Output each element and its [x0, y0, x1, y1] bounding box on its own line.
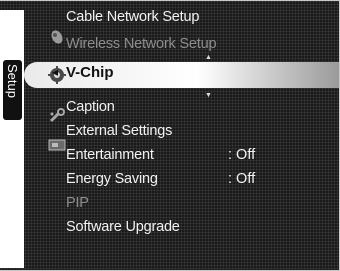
side-tab-label: Setup [2, 60, 22, 120]
menu-item-v-chip[interactable]: V-Chip [66, 64, 114, 81]
energy-saving-value: : Off [228, 171, 256, 187]
menu-item-energy-saving[interactable]: Energy Saving [66, 171, 158, 187]
scroll-down-icon[interactable]: ▼ [205, 92, 212, 99]
menu-item-entertainment[interactable]: Entertainment [66, 147, 154, 163]
menu-item-caption[interactable]: Caption [66, 99, 115, 115]
entertainment-value: : Off [228, 147, 256, 163]
menu-item-external-settings[interactable]: External Settings [66, 123, 172, 139]
scroll-up-icon[interactable]: ▲ [205, 54, 212, 61]
menu-item-software-upgrade[interactable]: Software Upgrade [66, 219, 180, 235]
satellite-icon[interactable] [46, 27, 68, 47]
wrench-icon[interactable] [46, 106, 68, 126]
side-tab-text: Setup [3, 60, 22, 120]
menu-item-wireless-network-setup[interactable]: Wireless Network Setup [66, 36, 217, 52]
selected-arrow-icon: ◂ [52, 65, 59, 79]
setup-menu-screen: Setup Cable Network Setup Wireless Netwo… [0, 0, 340, 271]
menu-item-pip[interactable]: PIP [66, 195, 89, 211]
input-icon[interactable] [46, 135, 68, 155]
menu-item-cable-network-setup[interactable]: Cable Network Setup [66, 9, 199, 25]
side-tab[interactable]: Setup [0, 10, 24, 268]
